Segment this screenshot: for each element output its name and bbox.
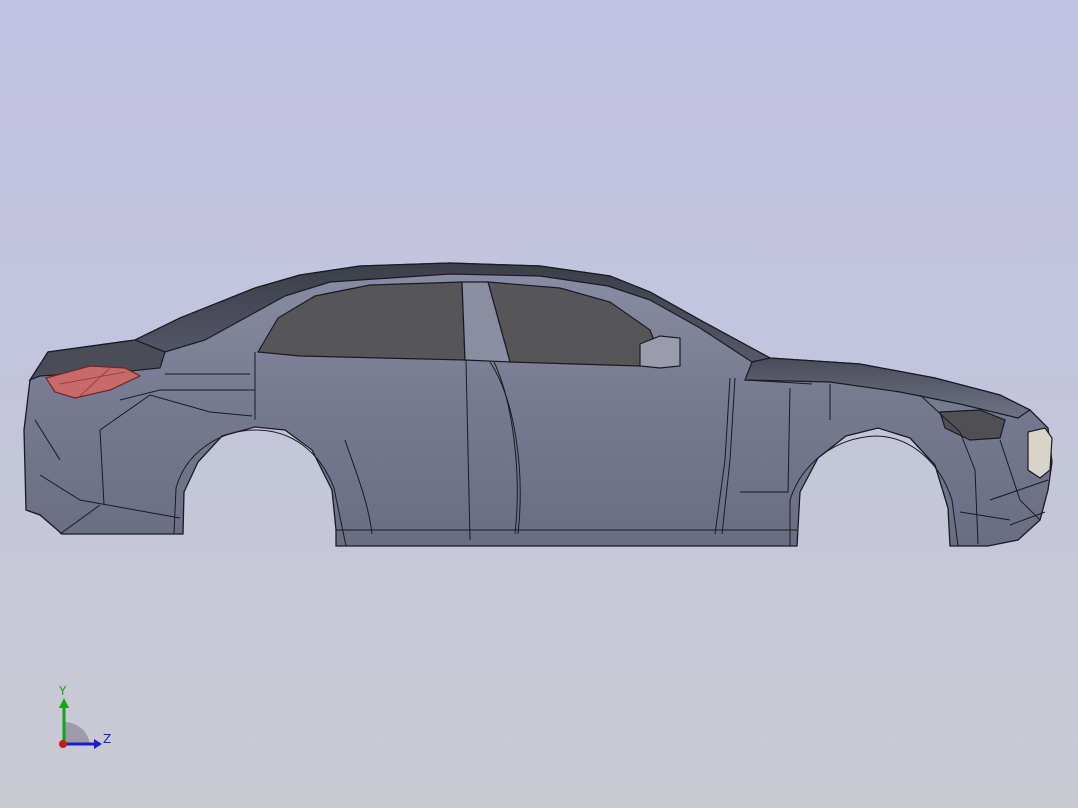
car-body-model[interactable] xyxy=(0,0,1078,808)
z-axis-arrowhead xyxy=(94,739,102,749)
orientation-triad: Y Z xyxy=(58,684,111,749)
graphics-viewport[interactable]: Y Z xyxy=(0,0,1078,808)
z-axis-label: Z xyxy=(103,732,111,746)
front-grille xyxy=(1027,427,1053,479)
y-axis-arrowhead xyxy=(59,698,69,708)
x-axis-point xyxy=(59,740,67,748)
triad-shade xyxy=(64,721,90,744)
y-axis-label: Y xyxy=(58,684,67,698)
